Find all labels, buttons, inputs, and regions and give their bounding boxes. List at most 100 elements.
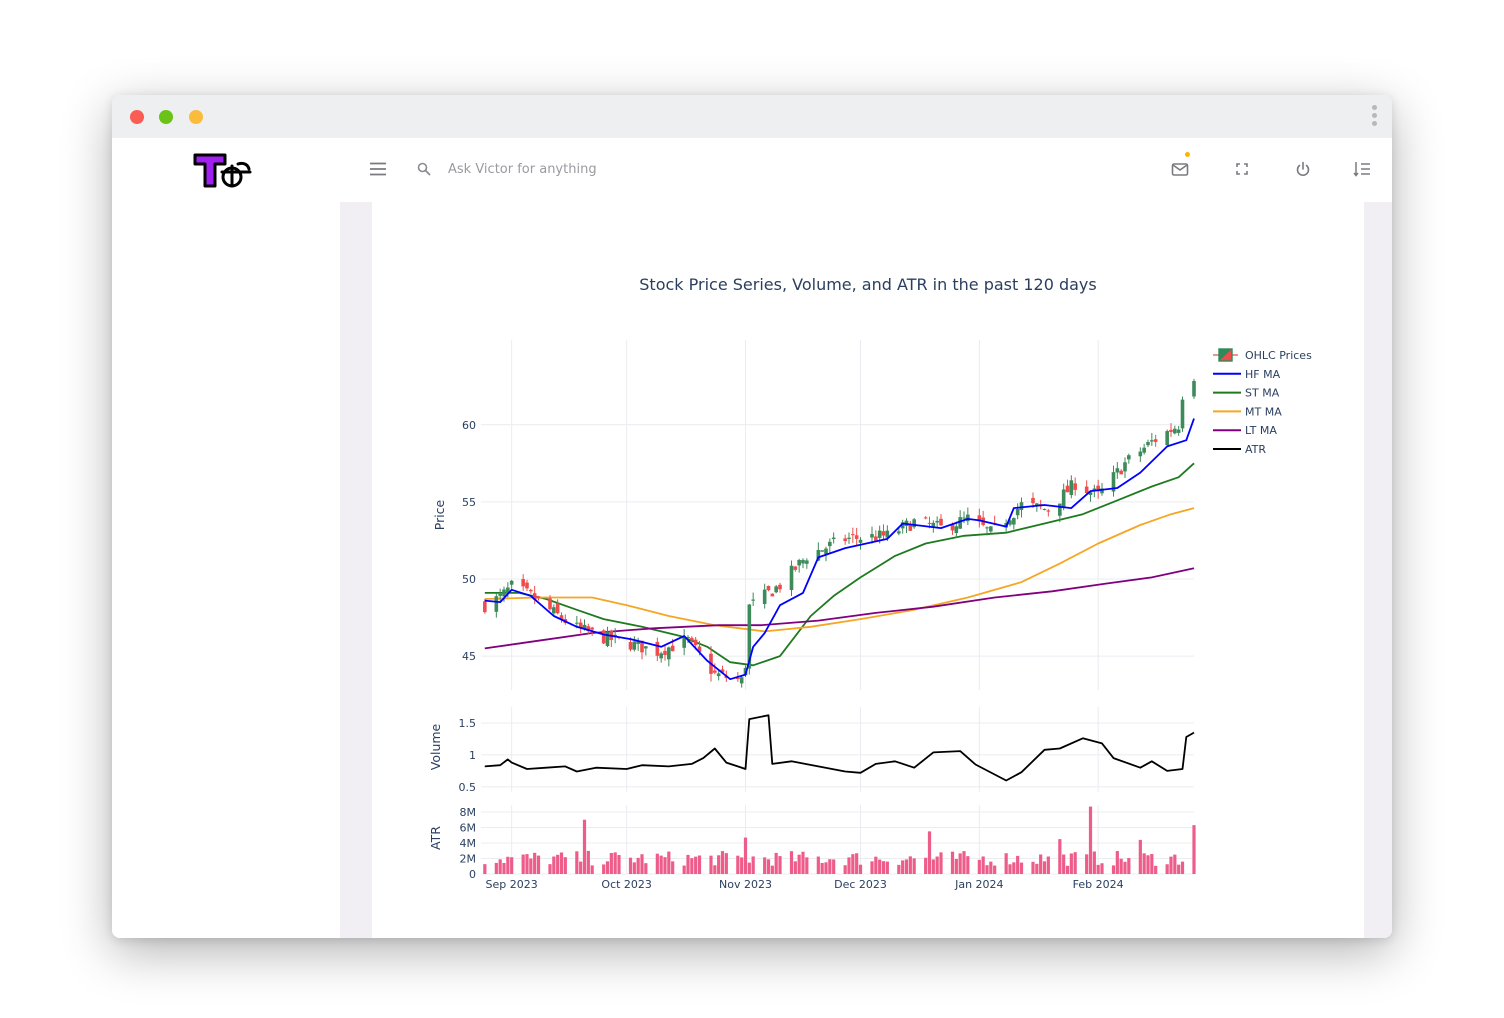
volume-bar (1146, 855, 1150, 874)
atr-y-tick-label: 2M (460, 852, 477, 865)
candle-body (762, 589, 767, 604)
candle-body (659, 653, 663, 659)
volume-axis-title: Volume (428, 723, 443, 770)
search-input[interactable] (442, 157, 854, 181)
kebab-menu-icon[interactable] (1370, 105, 1378, 131)
stock-chart: Stock Price Series, Volume, and ATR in t… (428, 275, 1312, 891)
volume-bar (671, 861, 675, 874)
candle-body (1169, 429, 1173, 432)
candle-body (1127, 455, 1131, 460)
volume-bar (1008, 864, 1012, 874)
candle-body (525, 582, 529, 589)
mt-ma-line (484, 507, 1195, 633)
legend-label: LT MA (1245, 424, 1277, 437)
volume-bar (1092, 851, 1096, 874)
candle-body (628, 642, 633, 650)
sidebar (112, 202, 340, 938)
volume-bar (1192, 825, 1196, 874)
volume-bar (1127, 858, 1131, 874)
volume-bar (1180, 861, 1185, 874)
volume-bar (655, 853, 659, 874)
candle-body (521, 579, 525, 587)
candle-body (655, 641, 660, 656)
atr-axis-title: ATR (428, 826, 443, 850)
candle-body (766, 585, 771, 591)
candle-body (494, 596, 499, 612)
volume-bar (720, 851, 725, 874)
candle-body (797, 559, 801, 566)
app-header (112, 138, 1392, 202)
candle-body (805, 560, 809, 564)
volume-bar (931, 859, 935, 874)
volume-bar (552, 856, 556, 874)
volume-bar (1039, 854, 1043, 874)
minimize-window-button[interactable] (159, 110, 173, 124)
volume-bar (927, 831, 932, 874)
candle-body (789, 565, 794, 591)
volume-bar (575, 851, 579, 874)
volume-bar (667, 851, 671, 874)
volume-bar (697, 855, 702, 874)
notification-badge (1185, 152, 1190, 157)
volume-bar (1062, 854, 1066, 874)
volume-bar (912, 858, 916, 874)
volume-bar (736, 855, 740, 874)
price-axis-title: Price (432, 499, 447, 530)
candle-body (667, 647, 671, 660)
volume-bar (605, 861, 610, 874)
x-tick-label: Sep 2023 (486, 878, 538, 891)
volume-bar (870, 861, 874, 874)
candle-body (498, 593, 502, 596)
volume-bar (989, 861, 993, 874)
mail-icon[interactable] (1169, 158, 1191, 180)
candle-body (1058, 503, 1062, 516)
volume-bar (797, 854, 801, 874)
volume-bar (981, 856, 985, 874)
volume-bar (855, 853, 859, 874)
candle-body (1176, 429, 1181, 433)
volume-bar (713, 865, 717, 874)
sort-list-icon[interactable] (1351, 158, 1373, 180)
candle-body (1192, 381, 1196, 397)
volume-bar (901, 860, 905, 874)
volume-bar (659, 855, 663, 874)
candle-body (847, 537, 851, 539)
volume-bar (502, 862, 506, 874)
volume-bar (1169, 856, 1173, 874)
candle-body (1073, 483, 1077, 490)
candle-body (958, 517, 962, 529)
volume-y-tick-label: 1.5 (459, 717, 477, 730)
volume-bar (924, 857, 928, 874)
candle-body (962, 517, 966, 519)
candle-body (778, 584, 782, 590)
volume-bar (717, 855, 721, 874)
candle-body (923, 517, 928, 519)
volume-bar (820, 862, 824, 874)
volume-bar (1058, 839, 1062, 874)
candle-body (858, 539, 863, 543)
volume-bar (1035, 863, 1039, 874)
volume-bar (950, 851, 955, 874)
volume-bar (536, 855, 541, 874)
candle-body (954, 526, 959, 534)
close-window-button[interactable] (130, 110, 144, 124)
chart-legend: OHLC Prices HF MA ST MA MT MA LT MA ATR (1213, 348, 1312, 456)
candle-body (552, 607, 556, 614)
volume-bar (1046, 856, 1050, 874)
menu-icon[interactable] (367, 158, 389, 180)
volume-bar (1142, 853, 1146, 874)
candle-body (1150, 440, 1154, 442)
volume-bar (908, 856, 912, 874)
volume-bar (1065, 865, 1070, 874)
maximize-window-button[interactable] (189, 110, 203, 124)
volume-bar (1177, 864, 1181, 874)
candle-body (939, 518, 943, 526)
power-icon[interactable] (1292, 158, 1314, 180)
volume-bar (1115, 851, 1119, 874)
fullscreen-icon[interactable] (1231, 158, 1253, 180)
volume-bar (548, 864, 552, 874)
volume-bar (525, 854, 529, 874)
candle-body (985, 527, 989, 529)
candle-body (1119, 470, 1123, 475)
app-logo[interactable] (192, 152, 254, 194)
